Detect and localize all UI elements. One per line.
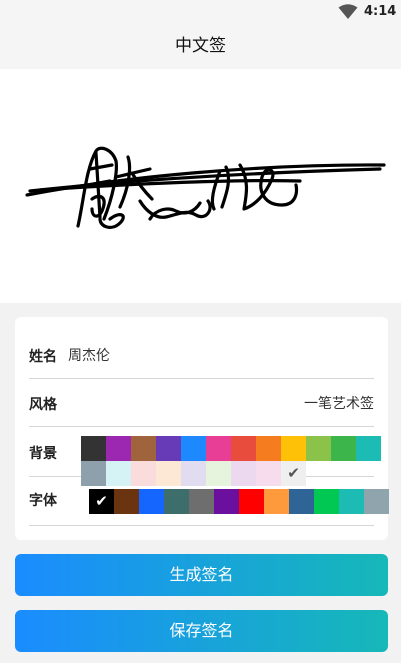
save-signature-button[interactable]: 保存签名 <box>15 610 388 652</box>
color-swatch[interactable] <box>114 489 139 514</box>
color-swatch[interactable] <box>306 436 331 461</box>
color-swatch[interactable] <box>356 436 381 461</box>
color-swatch[interactable] <box>181 436 206 461</box>
color-swatch[interactable] <box>106 436 131 461</box>
name-label: 姓名 <box>29 349 57 365</box>
font-label: 字体 <box>29 493 57 509</box>
color-swatch[interactable] <box>139 489 164 514</box>
signature-drawing <box>25 146 386 229</box>
status-bar: 4:14 <box>0 0 401 24</box>
color-swatch[interactable] <box>289 489 314 514</box>
color-swatch[interactable] <box>164 489 189 514</box>
color-swatch[interactable] <box>239 489 264 514</box>
font-row: 字体 ✔ <box>29 477 389 526</box>
color-swatch[interactable] <box>331 436 356 461</box>
color-swatch[interactable] <box>231 436 256 461</box>
color-swatch[interactable] <box>364 489 389 514</box>
name-row[interactable]: 姓名 周杰伦 <box>29 331 374 379</box>
background-label: 背景 <box>29 446 57 462</box>
color-swatch[interactable] <box>206 436 231 461</box>
wifi-icon <box>338 4 358 24</box>
color-swatch[interactable] <box>214 489 239 514</box>
signature-preview <box>0 69 401 303</box>
color-swatch[interactable] <box>156 436 181 461</box>
color-swatch[interactable] <box>131 436 156 461</box>
color-swatch[interactable] <box>314 489 339 514</box>
color-swatch[interactable] <box>189 489 214 514</box>
color-swatch[interactable] <box>339 489 364 514</box>
page-title: 中文签 <box>0 24 401 69</box>
settings-panel: 姓名 周杰伦 风格 一笔艺术签 背景 ✔ 字体 ✔ <box>15 317 389 540</box>
name-field[interactable]: 周杰伦 <box>68 345 110 365</box>
color-swatch[interactable] <box>264 489 289 514</box>
generate-signature-button[interactable]: 生成签名 <box>15 554 388 596</box>
color-swatch[interactable] <box>281 436 306 461</box>
style-value[interactable]: 一笔艺术签 <box>304 393 374 413</box>
background-row: 背景 ✔ <box>29 427 381 486</box>
color-swatch[interactable] <box>256 436 281 461</box>
check-icon: ✔ <box>95 492 108 510</box>
color-swatch[interactable] <box>81 436 106 461</box>
color-swatch[interactable]: ✔ <box>89 489 114 514</box>
status-time: 4:14 <box>364 4 397 19</box>
style-label: 风格 <box>29 397 57 413</box>
style-row[interactable]: 风格 一笔艺术签 <box>29 379 374 427</box>
